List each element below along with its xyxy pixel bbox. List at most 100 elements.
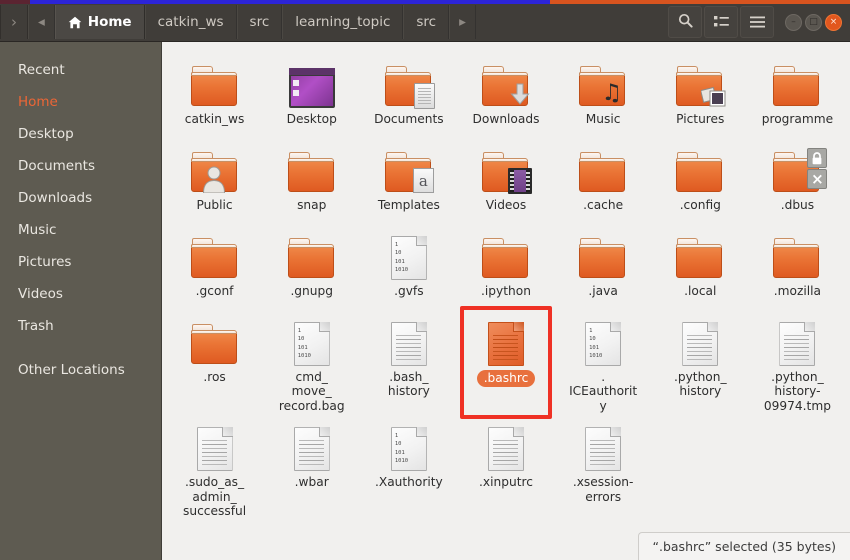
download-arrow-emblem-icon [510, 83, 530, 107]
lock-emblem-icon [807, 148, 828, 168]
file-icon-wrapper [286, 142, 338, 194]
main-menu-button[interactable] [740, 6, 774, 38]
file-item[interactable]: Videos [457, 136, 554, 222]
breadcrumb-item-learning-topic[interactable]: learning_topic [282, 5, 404, 39]
breadcrumb: ◂ Home catkin_ws src learning_topic src … [28, 5, 476, 39]
file-icon-wrapper [480, 419, 532, 472]
file-icon-wrapper: a [383, 142, 435, 194]
maximize-button[interactable]: □ [805, 13, 822, 31]
file-item[interactable]: × .dbus [749, 136, 846, 222]
file-item[interactable]: .python_ history [652, 308, 749, 413]
file-item[interactable]: programme [749, 50, 846, 136]
document-emblem-icon [413, 83, 435, 109]
breadcrumb-item-catkin-ws[interactable]: catkin_ws [144, 5, 237, 39]
strip-segment-orange [550, 0, 850, 4]
folder-icon [481, 152, 532, 194]
text-file-icon [487, 427, 524, 472]
sidebar-item-pictures[interactable]: Pictures [0, 246, 161, 278]
file-item[interactable]: .ipython [457, 222, 554, 308]
sidebar-item-label: Other Locations [18, 362, 125, 378]
file-item[interactable]: ♫ Music [555, 50, 652, 136]
sidebar-item-videos[interactable]: Videos [0, 278, 161, 310]
file-item[interactable]: 1 10 101 1010 . ICEauthorit y [555, 308, 652, 413]
breadcrumb-scroll-right-button[interactable]: ▸ [449, 5, 476, 39]
file-label: .dbus [780, 198, 815, 212]
sidebar-item-label: Trash [18, 318, 54, 334]
file-text-lines [590, 440, 616, 468]
file-item[interactable]: .xsession- errors [555, 413, 652, 518]
folder-body [773, 244, 820, 278]
file-item[interactable]: .sudo_as_ admin_ successful [166, 413, 263, 518]
file-item[interactable]: Desktop [263, 50, 360, 136]
file-item[interactable]: .ros [166, 308, 263, 413]
close-button[interactable]: × [825, 13, 842, 31]
file-text-lines [492, 335, 518, 363]
file-label: .ros [203, 370, 226, 384]
sidebar-item-label: Videos [18, 286, 63, 302]
file-item[interactable]: 1 10 101 1010 .gvfs [360, 222, 457, 308]
sidebar-item-recent[interactable]: Recent [0, 54, 161, 86]
folder-body [773, 72, 820, 106]
nav-forward-button[interactable]: › [0, 5, 28, 39]
text-file-icon [390, 322, 427, 366]
search-icon [678, 13, 693, 32]
breadcrumb-item-src-1[interactable]: src [236, 5, 283, 39]
file-label: catkin_ws [184, 112, 245, 126]
search-button[interactable] [668, 6, 702, 38]
sidebar-item-other-locations[interactable]: Other Locations [0, 354, 161, 386]
file-item[interactable]: Documents [360, 50, 457, 136]
file-item[interactable]: .bash_ history [360, 308, 457, 413]
sidebar-item-home[interactable]: Home [0, 86, 161, 118]
file-icon-wrapper: × [771, 142, 828, 194]
file-item[interactable]: catkin_ws [166, 50, 263, 136]
page-fold [512, 427, 524, 438]
sidebar-item-trash[interactable]: Trash [0, 310, 161, 342]
folder-icon [190, 324, 239, 366]
breadcrumb-item-src-2[interactable]: src [403, 5, 450, 39]
folder-icon: a [384, 152, 434, 194]
sidebar-item-downloads[interactable]: Downloads [0, 182, 161, 214]
folder-icon [384, 66, 435, 109]
file-item-selected[interactable]: .bashrc [457, 308, 554, 413]
file-label: .java [588, 284, 618, 298]
file-label: Pictures [676, 112, 725, 126]
folder-icon [676, 66, 726, 108]
sidebar-item-music[interactable]: Music [0, 214, 161, 246]
file-item[interactable]: .mozilla [749, 222, 846, 308]
file-item[interactable]: .xinputrc [457, 413, 554, 518]
view-options-button[interactable] [704, 6, 738, 38]
file-item[interactable]: a Templates [360, 136, 457, 222]
file-list-view[interactable]: catkin_ws Desktop Documents Downloads ♫ Music… [162, 42, 850, 560]
file-item[interactable]: 1 10 101 1010 .Xauthority [360, 413, 457, 518]
folder-icon [579, 238, 627, 280]
file-item[interactable]: .cache [555, 136, 652, 222]
folder-lip [190, 72, 237, 76]
file-item[interactable]: .local [652, 222, 749, 308]
view-list-icon [713, 13, 729, 32]
minimize-button[interactable]: – [785, 13, 802, 31]
file-item[interactable]: .wbar [263, 413, 360, 518]
sidebar-item-documents[interactable]: Documents [0, 150, 161, 182]
file-item[interactable]: .python_ history- 09974.tmp [749, 308, 846, 413]
file-item[interactable]: Pictures [652, 50, 749, 136]
file-item[interactable]: .config [652, 136, 749, 222]
file-item[interactable]: Public [166, 136, 263, 222]
folder-icon [287, 238, 336, 280]
folder-body [676, 158, 723, 192]
breadcrumb-item-home[interactable]: Home [54, 5, 145, 39]
file-item[interactable]: Downloads [457, 50, 554, 136]
file-item[interactable]: snap [263, 136, 360, 222]
window-body: Recent Home Desktop Documents Downloads … [0, 42, 850, 560]
file-icon-wrapper [286, 228, 338, 280]
file-icon-wrapper [480, 314, 532, 366]
folder-icon [190, 66, 239, 108]
breadcrumb-scroll-left-button[interactable]: ◂ [28, 5, 55, 39]
file-item[interactable]: .java [555, 222, 652, 308]
window-controls: – □ × [785, 13, 842, 31]
file-item[interactable]: .gconf [166, 222, 263, 308]
sidebar-item-desktop[interactable]: Desktop [0, 118, 161, 150]
person-emblem-icon [202, 165, 226, 194]
file-item[interactable]: .gnupg [263, 222, 360, 308]
file-item[interactable]: 1 10 101 1010 cmd_ move_ record.bag [263, 308, 360, 413]
folder-lip [773, 72, 820, 76]
